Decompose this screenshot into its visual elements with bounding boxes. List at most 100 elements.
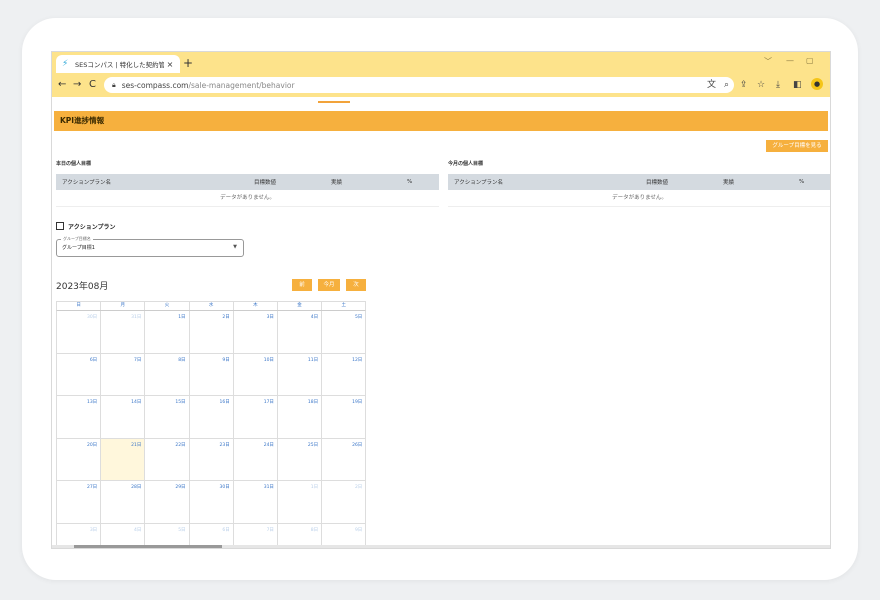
table-header: アクションプラン名 目標数値 実績 % (448, 174, 830, 190)
day-number: 23日 (219, 442, 230, 448)
select-value: グループ目標1 (62, 245, 95, 251)
day-number: 1日 (178, 315, 186, 320)
maximize-button[interactable]: ▢ (806, 56, 814, 65)
calendar-day[interactable]: 24日 (233, 438, 278, 481)
action-plan-heading: アクションプラン (56, 222, 116, 231)
calendar-day[interactable]: 19日 (322, 396, 367, 439)
calendar-day[interactable]: 1日 (277, 481, 323, 524)
day-number: 24日 (263, 442, 274, 448)
calendar-day[interactable]: 29日 (145, 481, 190, 524)
column-header[interactable]: % (407, 179, 412, 185)
forward-button[interactable]: → (73, 79, 81, 91)
prev-month-button[interactable]: 前 (292, 279, 312, 291)
day-number: 12日 (352, 357, 363, 363)
day-number: 2日 (222, 315, 230, 320)
zoom-icon[interactable]: ⌕ (724, 80, 729, 90)
day-number: 11日 (307, 357, 319, 363)
day-number: 25日 (307, 442, 319, 448)
day-number: 3日 (266, 315, 274, 320)
calendar-day[interactable]: 17日 (233, 396, 278, 439)
tab-title: SESコンパス | 特化した契約管理・案 (75, 61, 164, 69)
today-goals-table: アクションプラン名 目標数値 実績 % データがありません。 (56, 174, 439, 207)
close-tab-icon[interactable]: × (164, 60, 176, 69)
calendar-day[interactable]: 7日 (101, 353, 146, 396)
calendar-day[interactable]: 5日 (322, 311, 367, 354)
calendar-day-today[interactable]: 21日 (101, 438, 146, 481)
calendar-day[interactable]: 30日 (57, 311, 102, 354)
calendar-icon (56, 222, 64, 230)
tab-search-icon[interactable]: ﹀ (764, 56, 772, 67)
calendar-day[interactable]: 3日 (233, 311, 278, 354)
calendar-day[interactable]: 10日 (233, 353, 278, 396)
current-month-button[interactable]: 今月 (318, 279, 340, 291)
address-bar[interactable]: 🔒︎ ses-compass.com /sale-management/beha… (104, 77, 734, 93)
next-month-button[interactable]: 次 (346, 279, 366, 291)
calendar-day[interactable]: 14日 (101, 396, 146, 439)
calendar-day[interactable]: 23日 (189, 438, 234, 481)
calendar-day[interactable]: 28日 (101, 481, 146, 524)
group-goal-select[interactable]: グループ目標名 グループ目標1 ▼ (56, 236, 244, 257)
share-icon[interactable]: ⇪ (740, 80, 748, 90)
column-header[interactable]: % (799, 179, 804, 185)
calendar-day[interactable]: 4日 (277, 311, 323, 354)
day-number: 19日 (352, 400, 363, 405)
day-number: 4日 (134, 527, 142, 533)
calendar-day[interactable]: 15日 (145, 396, 190, 439)
bookmark-star-icon[interactable]: ☆ (757, 80, 765, 90)
column-header[interactable]: アクションプラン名 (454, 178, 503, 186)
calendar-day[interactable]: 16日 (189, 396, 234, 439)
calendar-day[interactable]: 30日 (189, 481, 234, 524)
calendar-day[interactable]: 11日 (277, 353, 323, 396)
empty-message: データがありません。 (448, 190, 830, 207)
minimize-button[interactable]: — (786, 56, 794, 65)
horizontal-scrollbar[interactable] (52, 545, 830, 548)
scrollbar-thumb[interactable] (74, 545, 222, 548)
nav-active-indicator (318, 101, 350, 103)
calendar-day[interactable]: 12日 (322, 353, 367, 396)
url-domain: ses-compass.com (121, 80, 189, 90)
column-header[interactable]: 目標数値 (254, 178, 276, 186)
calendar-day[interactable]: 26日 (322, 438, 367, 481)
calendar-day[interactable]: 8日 (145, 353, 190, 396)
day-number: 29日 (175, 485, 186, 490)
calendar-day[interactable]: 31日 (101, 311, 146, 354)
column-header[interactable]: 目標数値 (646, 178, 668, 186)
calendar-day[interactable]: 20日 (57, 438, 102, 481)
day-number: 21日 (131, 442, 142, 448)
calendar-day[interactable]: 1日 (145, 311, 190, 354)
column-header[interactable]: アクションプラン名 (62, 178, 111, 186)
side-panel-icon[interactable]: ◧ (793, 80, 802, 90)
day-number: 16日 (219, 400, 230, 405)
translate-icon[interactable]: 文 (707, 80, 716, 90)
back-button[interactable]: ← (58, 79, 66, 91)
today-goals-label: 本日の個人目標 (56, 161, 92, 167)
download-icon[interactable]: ⤓ (776, 80, 780, 90)
calendar-day[interactable]: 27日 (57, 481, 102, 524)
reload-button[interactable]: C (89, 79, 96, 91)
calendar-month-title: 2023年08月 (56, 282, 109, 292)
column-header[interactable]: 実績 (723, 178, 734, 186)
table-header: アクションプラン名 目標数値 実績 % (56, 174, 439, 190)
day-number: 26日 (352, 442, 363, 448)
calendar-day[interactable]: 2日 (322, 481, 367, 524)
calendar-day[interactable]: 18日 (277, 396, 323, 439)
calendar-day[interactable]: 22日 (145, 438, 190, 481)
view-group-goals-button[interactable]: グループ目標を見る (766, 140, 828, 152)
day-number: 27日 (86, 485, 98, 490)
site-favicon-icon: ⚡ (62, 59, 69, 69)
calendar-day[interactable]: 2日 (189, 311, 234, 354)
browser-tab[interactable]: ⚡ SESコンパス | 特化した契約管理・案 × (56, 55, 180, 73)
calendar-day[interactable]: 31日 (233, 481, 278, 524)
calendar-day[interactable]: 25日 (277, 438, 323, 481)
day-number: 31日 (263, 485, 274, 490)
day-number: 8日 (310, 527, 319, 533)
calendar-day[interactable]: 9日 (189, 353, 234, 396)
day-number: 9日 (222, 357, 230, 363)
day-number: 30日 (86, 315, 98, 320)
calendar-day[interactable]: 6日 (57, 353, 102, 396)
dropdown-arrow-icon: ▼ (233, 244, 237, 250)
new-tab-button[interactable]: + (183, 55, 193, 71)
calendar-day[interactable]: 13日 (57, 396, 102, 439)
column-header[interactable]: 実績 (331, 178, 342, 186)
profile-avatar[interactable]: ● (811, 78, 823, 90)
